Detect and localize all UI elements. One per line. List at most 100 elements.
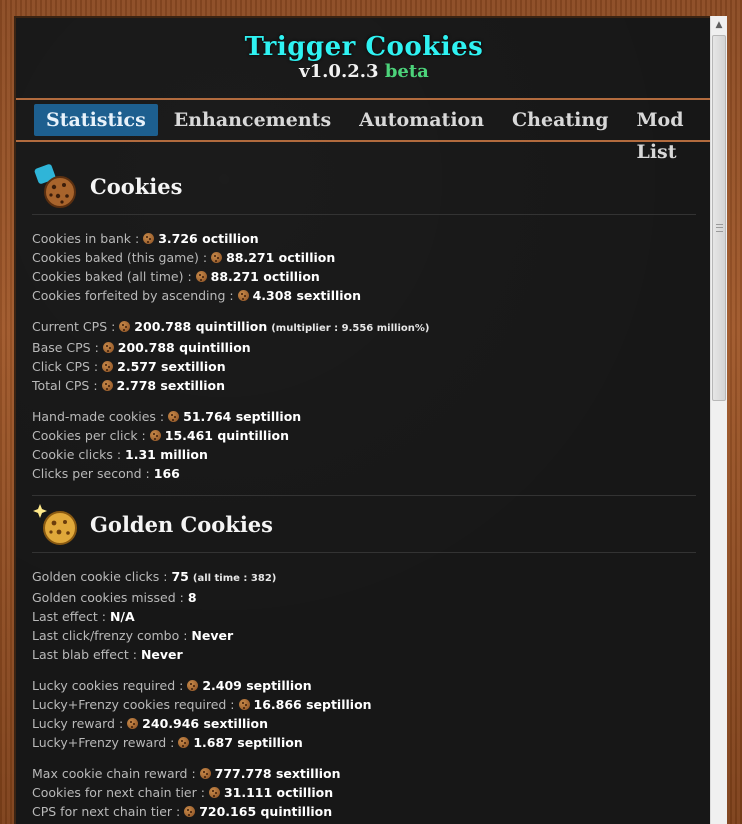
stat-label: CPS for next chain tier : [32, 804, 181, 819]
cookies-section-header: Cookies [32, 158, 696, 215]
stat-value: 777.778 sextillion [214, 766, 341, 781]
golden-group-lucky: Lucky cookies required : 2.409 septillio… [32, 676, 696, 752]
cookie-icon [168, 411, 180, 422]
stat-label: Lucky+Frenzy reward : [32, 735, 175, 750]
stat-value: 2.409 septillion [202, 678, 312, 693]
header: Trigger Cookies v1.0.2.3 beta [16, 32, 710, 82]
scroll-up-arrow-icon[interactable]: ▲ [711, 16, 727, 33]
stat-value: 2.778 sextillion [116, 378, 226, 393]
stat-label: Golden cookies missed : [32, 590, 184, 605]
stat-value: 15.461 quintillion [164, 428, 289, 443]
stat-value: Never [191, 628, 234, 643]
tab-mod-list[interactable]: Mod List [624, 104, 708, 163]
cookie-icon [187, 680, 199, 691]
stat-label: Cookies per click : [32, 428, 146, 443]
tab-statistics[interactable]: Statistics [34, 104, 158, 136]
tab-bar: Statistics Enhancements Automation Cheat… [16, 98, 710, 163]
cookie-icon [143, 233, 155, 244]
stat-value: 2.577 sextillion [117, 359, 226, 374]
stat-row: Lucky cookies required : 2.409 septillio… [32, 676, 696, 695]
cookie-stack-icon [32, 160, 84, 212]
beta-label: beta [384, 61, 429, 82]
cookie-icon [149, 430, 161, 441]
stat-row: Clicks per second : 166 [32, 464, 696, 483]
scroll-thumb[interactable] [712, 35, 726, 401]
stat-row: CPS for next chain tier : 720.165 quinti… [32, 802, 696, 821]
stat-label: Cookies forfeited by ascending : [32, 288, 234, 303]
stat-value: 88.271 octillion [210, 269, 320, 284]
stat-value: 240.946 sextillion [142, 716, 269, 731]
stat-label: Lucky reward : [32, 716, 124, 731]
stat-label: Max cookie chain reward : [32, 766, 196, 781]
stat-value: 200.788 quintillion [117, 340, 251, 355]
stat-row: Lucky+Frenzy cookies required : 16.866 s… [32, 695, 696, 714]
stat-value: N/A [109, 609, 135, 624]
stat-row: Last effect : N/A [32, 607, 696, 626]
stats-panel: Trigger Cookies v1.0.2.3 beta Statistics… [14, 16, 710, 824]
cookie-icon [101, 380, 113, 391]
stat-label: Lucky cookies required : [32, 678, 184, 693]
stat-row: Current CPS : 200.788 quintillion (multi… [32, 317, 696, 338]
stat-row: Cookies in bank : 3.726 octillion [32, 229, 696, 248]
stat-row: Hand-made cookies : 51.764 septillion [32, 407, 696, 426]
app-title: Trigger Cookies [244, 32, 484, 62]
golden-cookie-icon [32, 498, 84, 550]
cookie-icon [211, 252, 223, 263]
cookie-icon [195, 271, 207, 282]
stat-label: Click CPS : [32, 359, 99, 374]
stat-row: Base CPS : 200.788 quintillion [32, 338, 696, 357]
stat-row: Cookie clicks : 1.31 million [32, 445, 696, 464]
tab-enhancements[interactable]: Enhancements [162, 104, 343, 136]
stat-row: Lucky+Frenzy reward : 1.687 septillion [32, 733, 696, 752]
cookies-section: Cookies Cookies in bank : 3.726 octillio… [32, 158, 696, 483]
stat-row: Cookies baked (this game) : 88.271 octil… [32, 248, 696, 267]
golden-group-clicks: Golden cookie clicks : 75 (all time : 38… [32, 567, 696, 664]
stat-value: 4.308 sextillion [252, 288, 362, 303]
grip-icon [716, 224, 723, 232]
stat-value: 31.111 octillion [223, 785, 334, 800]
stat-row: Last click/frenzy combo : Never [32, 626, 696, 645]
stat-row: Cookies for next chain tier : 31.111 oct… [32, 783, 696, 802]
stat-label: Current CPS : [32, 319, 116, 334]
golden-cookies-section: Golden Cookies Golden cookie clicks : 75… [32, 495, 696, 821]
stat-label: Last click/frenzy combo : [32, 628, 188, 643]
stat-label: Lucky+Frenzy cookies required : [32, 697, 235, 712]
stat-value: 16.866 septillion [253, 697, 372, 712]
stat-row: Lucky reward : 240.946 sextillion [32, 714, 696, 733]
stat-value: Never [140, 647, 183, 662]
cookie-icon [199, 768, 211, 779]
stat-value: 3.726 octillion [158, 231, 259, 246]
tab-automation[interactable]: Automation [347, 104, 496, 136]
golden-section-header: Golden Cookies [32, 495, 696, 553]
stat-label: Cookies in bank : [32, 231, 140, 246]
stat-label: Clicks per second : [32, 466, 150, 481]
golden-group-chain: Max cookie chain reward : 777.778 sextil… [32, 764, 696, 821]
stat-value: 1.687 septillion [193, 735, 303, 750]
stat-value: 8 [187, 590, 197, 605]
stat-row: Golden cookie clicks : 75 (all time : 38… [32, 567, 696, 588]
stat-label: Last blab effect : [32, 647, 137, 662]
stat-row: Last blab effect : Never [32, 645, 696, 664]
cookie-icon [119, 321, 131, 332]
stat-value: 1.31 million [125, 447, 208, 462]
stat-value: 166 [153, 466, 180, 481]
cookie-icon [178, 737, 190, 748]
stat-value: 51.764 septillion [183, 409, 302, 424]
stat-row: Golden cookies missed : 8 [32, 588, 696, 607]
stat-label: Last effect : [32, 609, 106, 624]
stat-label: Cookies for next chain tier : [32, 785, 205, 800]
stat-value: 75 [171, 569, 189, 584]
version-number: v1.0.2.3 [299, 61, 379, 82]
stat-value: 88.271 octillion [226, 250, 336, 265]
stat-label: Cookies baked (all time) : [32, 269, 192, 284]
stat-value: 200.788 quintillion [134, 319, 268, 334]
vertical-scrollbar[interactable]: ▲ [710, 16, 727, 824]
cookie-icon [102, 342, 114, 353]
stat-label: Base CPS : [32, 340, 99, 355]
stat-label: Cookie clicks : [32, 447, 122, 462]
stat-value: 720.165 quintillion [199, 804, 333, 819]
stat-label: Cookies baked (this game) : [32, 250, 208, 265]
tab-cheating[interactable]: Cheating [500, 104, 620, 136]
golden-section-title: Golden Cookies [90, 511, 273, 537]
stat-row: Cookies baked (all time) : 88.271 octill… [32, 267, 696, 286]
